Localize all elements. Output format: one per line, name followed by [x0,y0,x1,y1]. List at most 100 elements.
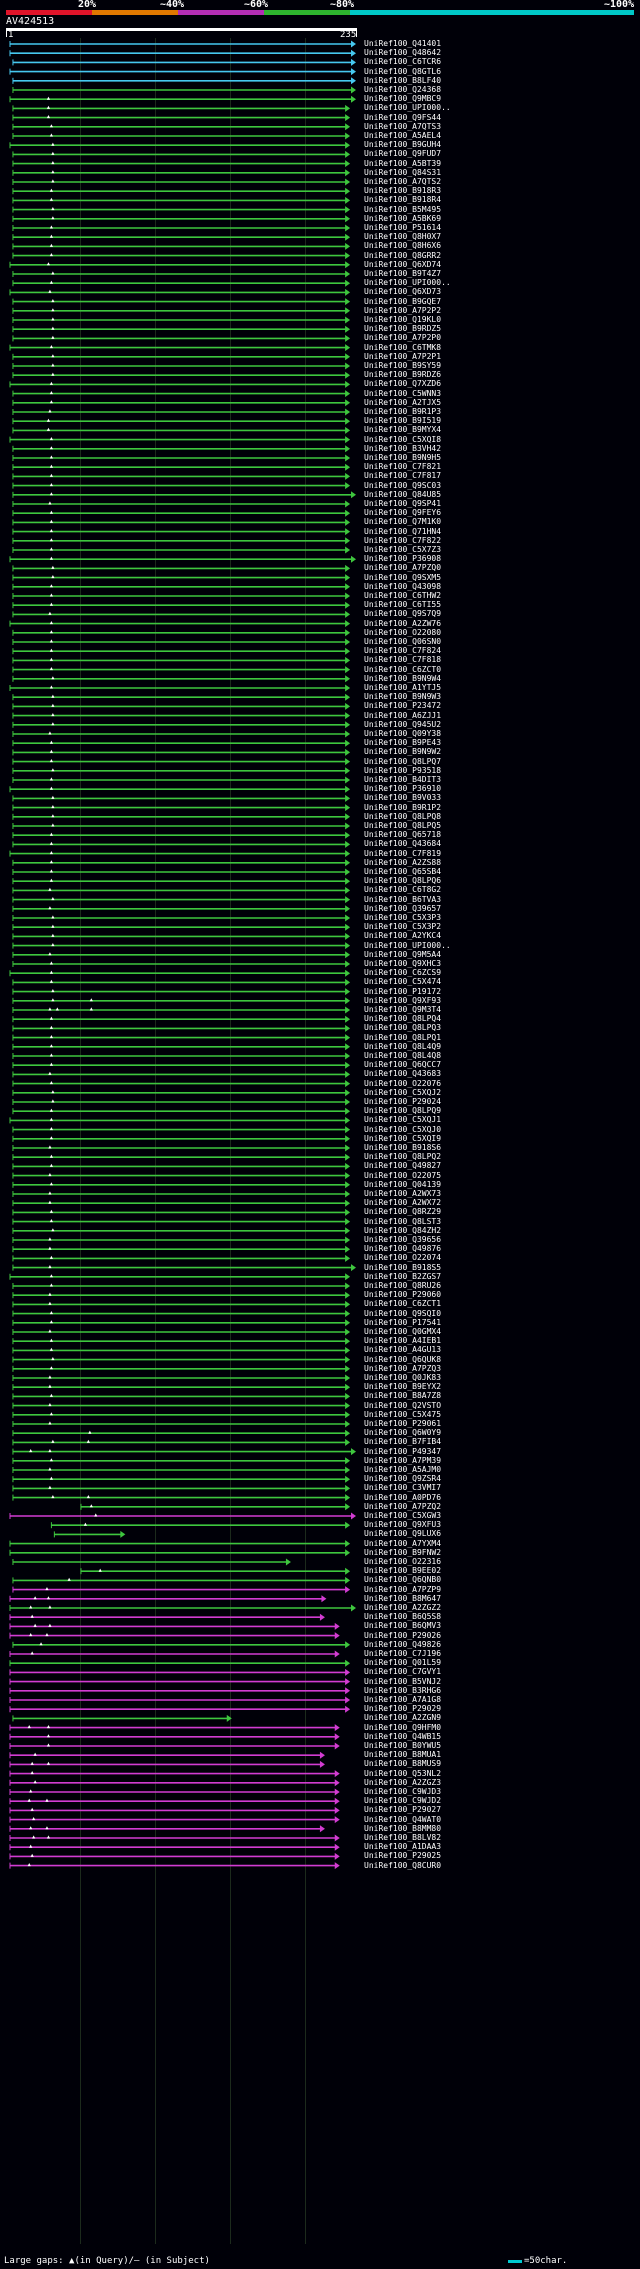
hit-label[interactable]: UniRef100_P29029 [364,1705,638,1713]
hit-label[interactable]: UniRef100_Q8GTL6 [364,68,638,76]
hit-label[interactable]: UniRef100_Q71HN4 [364,528,638,536]
hit-label[interactable]: UniRef100_B4DIT3 [364,776,638,784]
hit-label[interactable]: UniRef100_C6TCR6 [364,58,638,66]
hit-label[interactable]: UniRef100_C6TMK8 [364,344,638,352]
hit-label[interactable]: UniRef100_Q39657 [364,905,638,913]
hit-label[interactable]: UniRef100_P29026 [364,1632,638,1640]
hit-label[interactable]: UniRef100_A7PZQ0 [364,564,638,572]
hit-label[interactable]: UniRef100_B8MUA1 [364,1751,638,1759]
hit-label[interactable]: UniRef100_A5BT39 [364,160,638,168]
hit-label[interactable]: UniRef100_B8LV82 [364,1834,638,1842]
hit-label[interactable]: UniRef100_B9EE02 [364,1567,638,1575]
hit-label[interactable]: UniRef100_C5XGW3 [364,1512,638,1520]
hit-label[interactable]: UniRef100_Q65SB4 [364,868,638,876]
hit-label[interactable]: UniRef100_Q19KL0 [364,316,638,324]
hit-label[interactable]: UniRef100_C7F819 [364,850,638,858]
hit-label[interactable]: UniRef100_A7P2P0 [364,334,638,342]
hit-label[interactable]: UniRef100_A1DAA3 [364,1843,638,1851]
hit-label[interactable]: UniRef100_A2YKC4 [364,932,638,940]
hit-label[interactable]: UniRef100_UPI000.. [364,104,638,112]
hit-label[interactable]: UniRef100_A0PD76 [364,1494,638,1502]
hit-label[interactable]: UniRef100_Q48642 [364,49,638,57]
hit-label[interactable]: UniRef100_Q8LPQ8 [364,813,638,821]
hit-label[interactable]: UniRef100_Q49827 [364,1162,638,1170]
hit-label[interactable]: UniRef100_UPI000.. [364,279,638,287]
hit-label[interactable]: UniRef100_A5BK69 [364,215,638,223]
hit-label[interactable]: UniRef100_Q8LPQ3 [364,1024,638,1032]
hit-label[interactable]: UniRef100_P19172 [364,988,638,996]
hit-label[interactable]: UniRef100_C6T8G2 [364,886,638,894]
hit-label[interactable]: UniRef100_B9T4Z7 [364,270,638,278]
hit-label[interactable]: UniRef100_O22076 [364,1080,638,1088]
hit-label[interactable]: UniRef100_Q8LPQ5 [364,822,638,830]
hit-label[interactable]: UniRef100_C6ZCT1 [364,1300,638,1308]
hit-label[interactable]: UniRef100_B0YWU5 [364,1742,638,1750]
hit-label[interactable]: UniRef100_C5X474 [364,978,638,986]
hit-label[interactable]: UniRef100_B5M495 [364,206,638,214]
hit-label[interactable]: UniRef100_A2ZGN9 [364,1714,638,1722]
hit-label[interactable]: UniRef100_Q8LPQ2 [364,1153,638,1161]
hit-label[interactable]: UniRef100_Q39656 [364,1236,638,1244]
hit-label[interactable]: UniRef100_C5XQJ1 [364,1116,638,1124]
hit-label[interactable]: UniRef100_A7A1G8 [364,1696,638,1704]
hit-label[interactable]: UniRef100_Q41401 [364,40,638,48]
hit-label[interactable]: UniRef100_Q2VSTO [364,1402,638,1410]
hit-label[interactable]: UniRef100_Q4WB15 [364,1733,638,1741]
hit-label[interactable]: UniRef100_B8LF40 [364,77,638,85]
hit-label[interactable]: UniRef100_P51614 [364,224,638,232]
hit-label[interactable]: UniRef100_B8A7Z8 [364,1392,638,1400]
hit-label[interactable]: UniRef100_P93518 [364,767,638,775]
hit-label[interactable]: UniRef100_C6THW2 [364,592,638,600]
hit-label[interactable]: UniRef100_Q84S31 [364,169,638,177]
hit-label[interactable]: UniRef100_A7PM39 [364,1457,638,1465]
hit-label[interactable]: UniRef100_B918S5 [364,1264,638,1272]
hit-label[interactable]: UniRef100_Q6QNB0 [364,1576,638,1584]
hit-label[interactable]: UniRef100_C5X3P3 [364,914,638,922]
hit-label[interactable]: UniRef100_Q8LST3 [364,1218,638,1226]
hit-label[interactable]: UniRef100_Q8LPQ6 [364,877,638,885]
hit-label[interactable]: UniRef100_Q8RU26 [364,1282,638,1290]
hit-label[interactable]: UniRef100_Q0JK83 [364,1374,638,1382]
hit-label[interactable]: UniRef100_P49347 [364,1448,638,1456]
hit-label[interactable]: UniRef100_Q9SXM5 [364,574,638,582]
hit-label[interactable]: UniRef100_B2ZGS7 [364,1273,638,1281]
hit-label[interactable]: UniRef100_A7P2P1 [364,353,638,361]
hit-label[interactable]: UniRef100_Q9ZSR4 [364,1475,638,1483]
hit-label[interactable]: UniRef100_B9PE43 [364,739,638,747]
hit-label[interactable]: UniRef100_Q65718 [364,831,638,839]
hit-label[interactable]: UniRef100_Q9FUD7 [364,150,638,158]
hit-label[interactable]: UniRef100_Q6QUK8 [364,1356,638,1364]
hit-label[interactable]: UniRef100_Q8LPQ7 [364,758,638,766]
hit-label[interactable]: UniRef100_A2ZGZ3 [364,1779,638,1787]
hit-label[interactable]: UniRef100_Q9M3T4 [364,1006,638,1014]
hit-label[interactable]: UniRef100_Q9LUX6 [364,1530,638,1538]
hit-label[interactable]: UniRef100_Q9XFU3 [364,1521,638,1529]
hit-label[interactable]: UniRef100_B6QMV3 [364,1622,638,1630]
hit-label[interactable]: UniRef100_A7QTS3 [364,123,638,131]
hit-label[interactable]: UniRef100_A7PZQ2 [364,1503,638,1511]
hit-label[interactable]: UniRef100_C3VMI7 [364,1484,638,1492]
hit-label[interactable]: UniRef100_Q8L4Q8 [364,1052,638,1060]
hit-label[interactable]: UniRef100_B6TVA3 [364,896,638,904]
hit-label[interactable]: UniRef100_B7FIB4 [364,1438,638,1446]
hit-label[interactable]: UniRef100_Q53NL2 [364,1770,638,1778]
hit-label[interactable]: UniRef100_Q43683 [364,1070,638,1078]
hit-label[interactable]: UniRef100_Q8H6X6 [364,242,638,250]
hit-label[interactable]: UniRef100_C7F822 [364,537,638,545]
hit-label[interactable]: UniRef100_B9EYX2 [364,1383,638,1391]
hit-label[interactable]: UniRef100_A4IEB1 [364,1337,638,1345]
hit-label[interactable]: UniRef100_Q8LPQ9 [364,1107,638,1115]
hit-label[interactable]: UniRef100_Q6XD73 [364,288,638,296]
hit-label[interactable]: UniRef100_B8MUS9 [364,1760,638,1768]
hit-label[interactable]: UniRef100_C5WNN3 [364,390,638,398]
hit-label[interactable]: UniRef100_A4GU13 [364,1346,638,1354]
hit-label[interactable]: UniRef100_A2WX72 [364,1199,638,1207]
hit-label[interactable]: UniRef100_C5XQI8 [364,436,638,444]
hit-label[interactable]: UniRef100_A2ZGZ2 [364,1604,638,1612]
hit-label[interactable]: UniRef100_C9WJD3 [364,1788,638,1796]
hit-label[interactable]: UniRef100_Q9SQI0 [364,1310,638,1318]
hit-label[interactable]: UniRef100_B3VH42 [364,445,638,453]
hit-label[interactable]: UniRef100_B918R3 [364,187,638,195]
hit-label[interactable]: UniRef100_B9N9W2 [364,748,638,756]
hit-label[interactable]: UniRef100_Q6QCC7 [364,1061,638,1069]
